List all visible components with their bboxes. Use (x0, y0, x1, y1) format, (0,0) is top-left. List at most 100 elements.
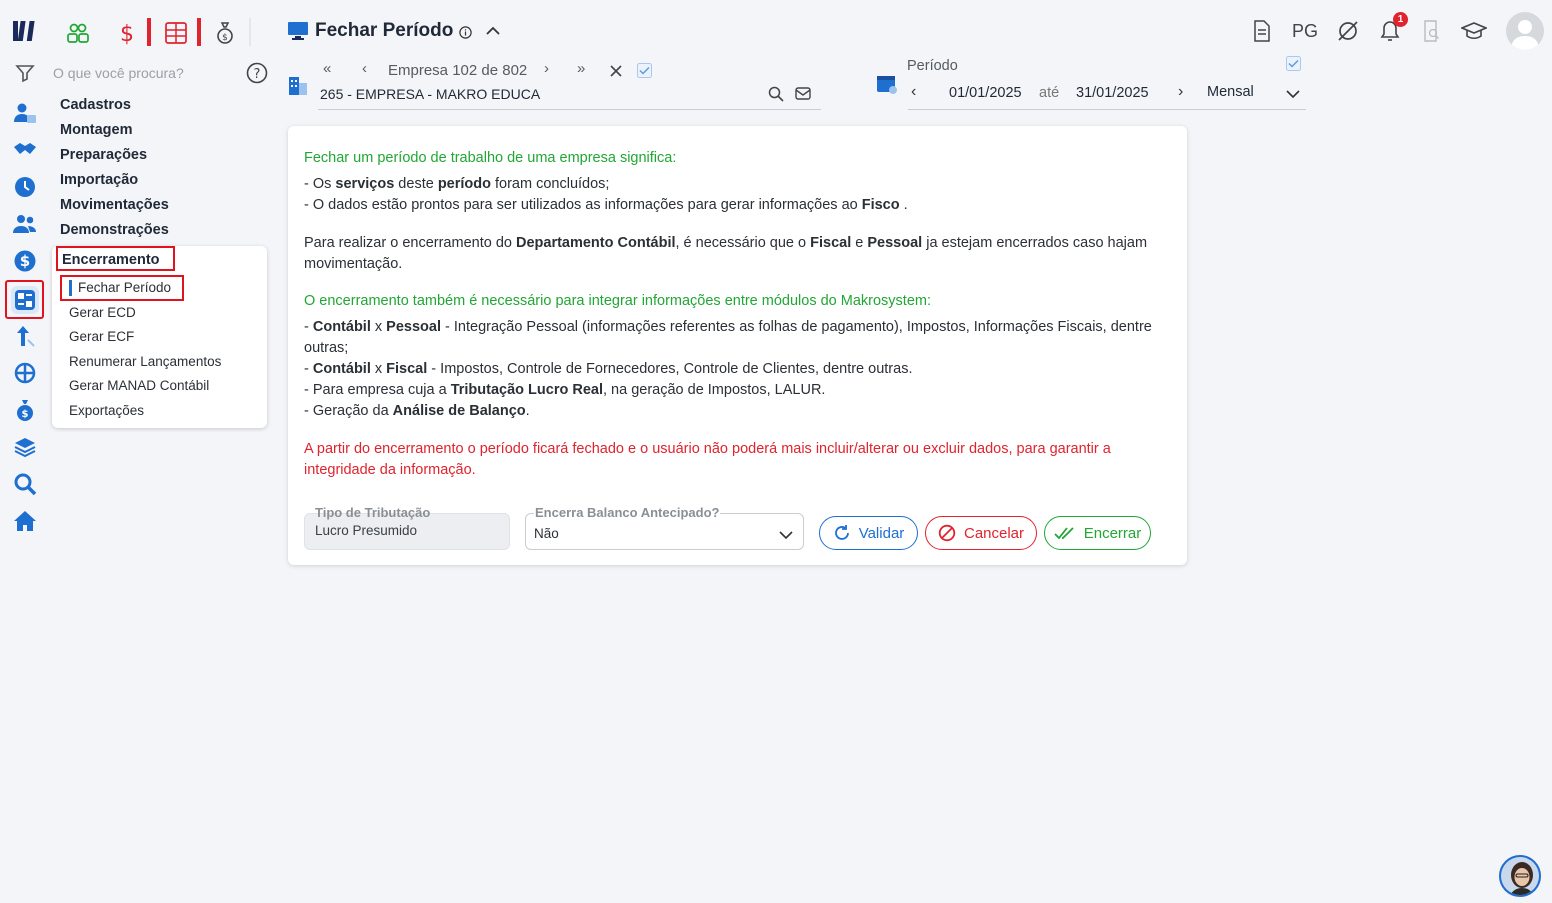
periodo-frequency[interactable]: Mensal (1207, 84, 1254, 100)
empresa-counter: Empresa 102 de 802 (388, 62, 528, 79)
highlight-fechar-periodo (60, 275, 184, 301)
validar-button[interactable]: Validar (819, 516, 918, 550)
assistant-avatar[interactable] (1499, 855, 1541, 897)
bullet-lucro-real: - Para empresa cuja a Tributação Lucro R… (304, 382, 826, 398)
submenu-item-gerar-ecd[interactable]: Gerar ECD (69, 305, 136, 320)
bullet-fiscal: - Contábil x Fiscal - Impostos, Controle… (304, 361, 913, 377)
avatar[interactable] (1506, 12, 1544, 50)
makro-logo-icon[interactable] (12, 18, 38, 44)
filter-icon[interactable] (12, 60, 38, 86)
highlight-encerramento (56, 246, 175, 271)
calculator-icon[interactable] (11, 286, 39, 314)
cancelar-button[interactable]: Cancelar (925, 516, 1037, 550)
antecipado-chevron-icon[interactable] (779, 527, 793, 545)
double-check-icon (1054, 527, 1074, 540)
next-page-icon[interactable]: › (544, 60, 549, 77)
periodo-end[interactable]: 31/01/2025 (1076, 85, 1149, 101)
tipo-tributacao-value: Lucro Presumido (315, 523, 418, 538)
handshake-icon[interactable] (12, 137, 38, 163)
mail-icon[interactable] (795, 87, 811, 106)
cancel-icon (938, 524, 956, 542)
document-icon[interactable] (1250, 15, 1274, 47)
money-bag-icon[interactable]: $ (12, 397, 38, 423)
clock-icon[interactable] (12, 174, 38, 200)
menu-item-demonstracoes[interactable]: Demonstrações (60, 222, 169, 238)
antecipado-value: Não (534, 526, 559, 541)
intro-heading: Fechar um período de trabalho de uma emp… (304, 150, 677, 166)
antecipado-label: Encerra Balanco Antecipado? (534, 505, 721, 520)
report-search-icon[interactable] (1421, 15, 1443, 47)
frequency-chevron-icon[interactable] (1286, 86, 1300, 104)
building-icon (287, 74, 309, 101)
user-cadastro-icon[interactable] (12, 100, 38, 126)
calendar-icon (876, 73, 898, 100)
home-icon[interactable] (12, 508, 38, 534)
collapse-chevron-icon[interactable] (485, 24, 501, 43)
svg-text:?: ? (254, 67, 261, 82)
menu-item-montagem[interactable]: Montagem (60, 122, 133, 138)
pg-label[interactable]: PG (1290, 15, 1320, 47)
tipo-tributacao-label: Tipo de Tributação (315, 505, 431, 520)
search-module-icon[interactable] (12, 471, 38, 497)
svg-text:$: $ (120, 22, 134, 46)
empresa-underline (318, 109, 821, 110)
page-title: Fechar Período (315, 20, 454, 41)
quick-divider (249, 18, 251, 46)
menu-item-importacao[interactable]: Importação (60, 172, 138, 188)
quick-red-bar (147, 18, 151, 46)
dollar-icon[interactable]: $ (12, 248, 38, 274)
intro-line-2: - O dados estão prontos para ser utiliza… (304, 197, 908, 213)
content-card: Fechar um período de trabalho de uma emp… (288, 126, 1187, 565)
empresa-checkbox[interactable] (637, 63, 652, 83)
monitor-icon (287, 21, 309, 46)
validar-label: Validar (858, 524, 905, 542)
cancelar-label: Cancelar (963, 524, 1025, 542)
help-icon[interactable]: ? (246, 62, 268, 89)
bullet-pessoal: - Contábil x Pessoal - Integração Pessoa… (304, 319, 1152, 356)
quick-dollar-icon[interactable]: $ (118, 18, 136, 48)
notification-badge: 1 (1393, 12, 1408, 27)
svg-text:$: $ (20, 252, 30, 270)
graduation-cap-icon[interactable] (1461, 15, 1487, 47)
submenu-item-gerar-ecf[interactable]: Gerar ECF (69, 329, 134, 344)
para-departamento: Para realizar o encerramento do Departam… (304, 235, 1148, 272)
quick-people-icon[interactable] (66, 18, 90, 48)
search-input[interactable] (53, 62, 238, 84)
quick-red-bar-2 (197, 18, 201, 46)
first-page-icon[interactable]: « (323, 60, 331, 77)
network-icon[interactable] (12, 360, 38, 386)
periodo-start[interactable]: 01/01/2025 (949, 85, 1022, 101)
close-icon[interactable] (610, 64, 622, 82)
encerrar-button[interactable]: Encerrar (1044, 516, 1151, 550)
refresh-icon (834, 525, 849, 540)
empresa-search-icon[interactable] (768, 86, 784, 107)
svg-text:$: $ (222, 33, 228, 43)
submenu-item-manad[interactable]: Gerar MANAD Contábil (69, 378, 209, 393)
quick-bag-icon[interactable]: $ (214, 18, 236, 48)
integration-heading: O encerramento também é necessário para … (304, 293, 932, 309)
menu-item-cadastros[interactable]: Cadastros (60, 97, 131, 113)
submenu-item-exportacoes[interactable]: Exportações (69, 403, 144, 418)
menu-item-movimentacoes[interactable]: Movimentações (60, 197, 169, 213)
prev-page-icon[interactable]: ‹ (362, 60, 367, 77)
warning-text: A partir do encerramento o período ficar… (304, 441, 1111, 478)
empresa-name[interactable]: 265 - EMPRESA - MAKRO EDUCA (320, 86, 540, 102)
periodo-underline (908, 109, 1306, 110)
people-icon[interactable] (12, 211, 38, 237)
last-page-icon[interactable]: » (577, 60, 585, 77)
info-icon[interactable] (459, 26, 472, 44)
no-signal-icon[interactable] (1335, 15, 1361, 47)
periodo-next-icon[interactable]: › (1178, 83, 1183, 101)
periodo-prev-icon[interactable]: ‹ (911, 83, 916, 101)
layers-icon[interactable] (12, 434, 38, 460)
arrow-up-icon[interactable] (12, 323, 38, 349)
bullet-analise: - Geração da Análise de Balanço. (304, 403, 530, 419)
intro-line-1: - Os serviços deste período foram conclu… (304, 176, 610, 192)
periodo-checkbox[interactable] (1286, 56, 1301, 76)
icon-rail: $ $ (0, 0, 50, 903)
periodo-label: Período (907, 58, 958, 74)
submenu-item-renumerar[interactable]: Renumerar Lançamentos (69, 354, 221, 369)
quick-table-icon[interactable] (164, 18, 188, 48)
periodo-separator: até (1039, 85, 1060, 101)
menu-item-preparacoes[interactable]: Preparações (60, 147, 147, 163)
